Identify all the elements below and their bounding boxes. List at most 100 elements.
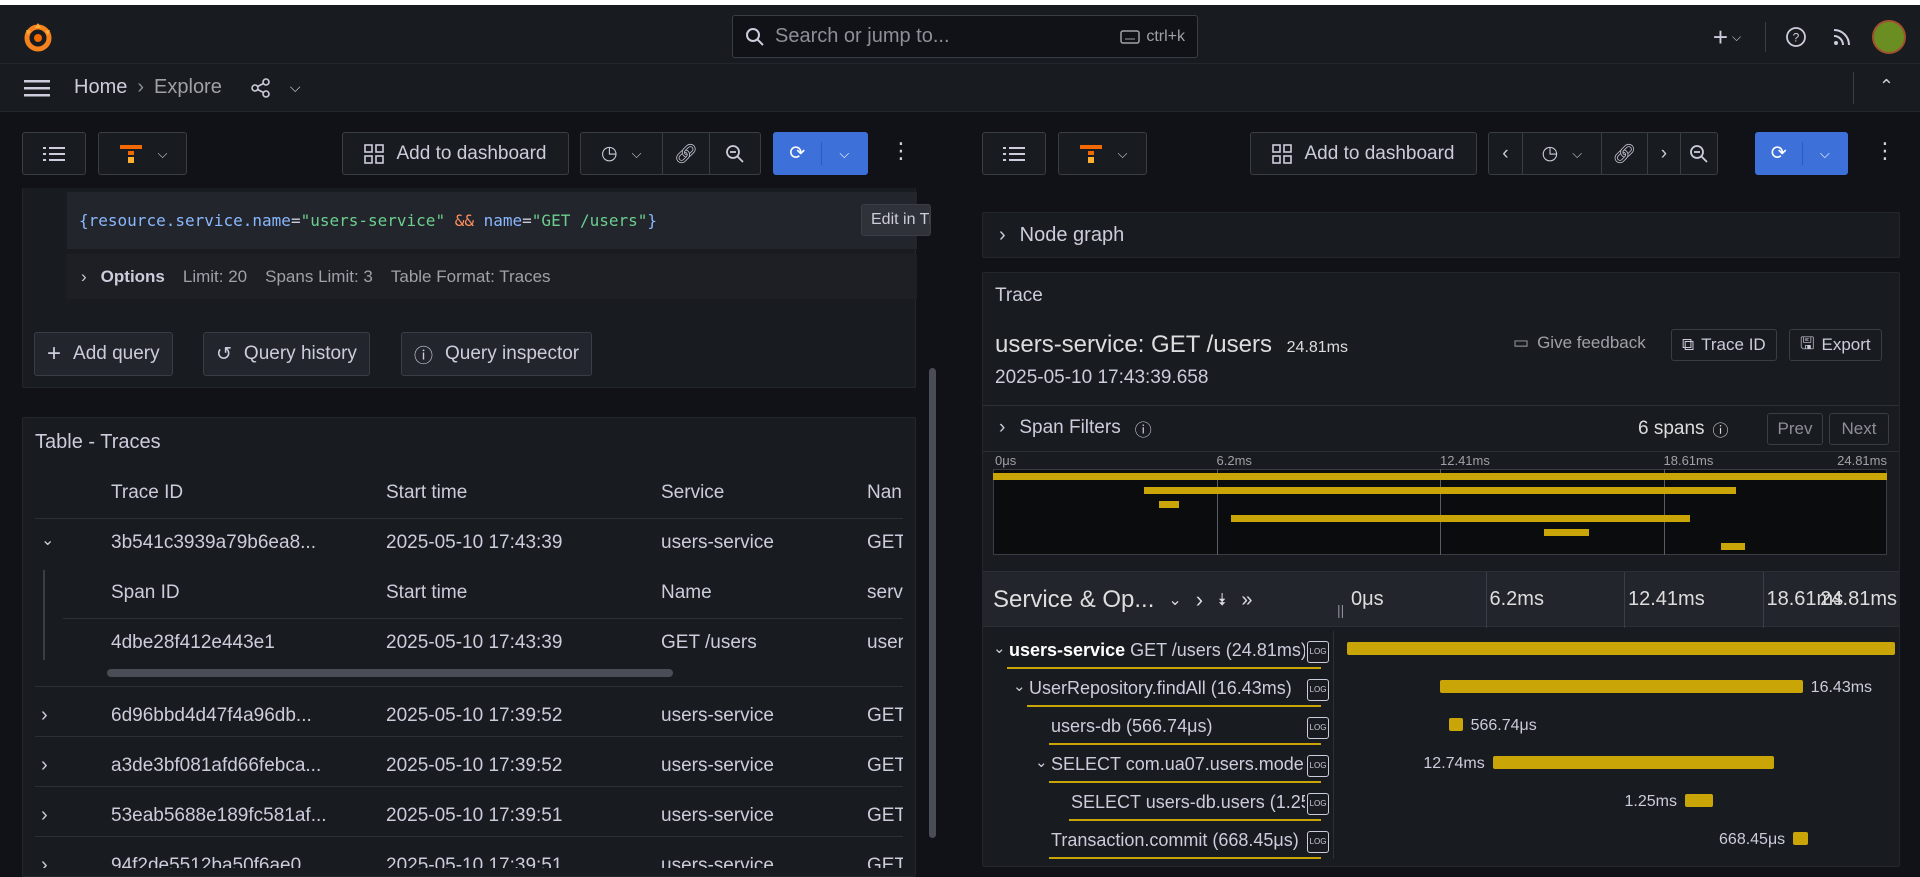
datasource-picker[interactable]: ⌵ — [98, 132, 187, 175]
grafana-logo-icon[interactable] — [22, 21, 54, 53]
add-to-dashboard-button[interactable]: Add to dashboard — [1250, 132, 1477, 175]
options-label: Options — [100, 266, 165, 286]
time-forward-button[interactable]: › — [1648, 133, 1682, 174]
edit-in-builder-button[interactable]: Edit in Tr — [861, 204, 931, 236]
traceql-editor[interactable]: {resource.service.name="users-service" &… — [67, 192, 931, 249]
log-icon[interactable]: LOG — [1307, 679, 1329, 701]
query-inspector-button[interactable]: ⓘ Query inspector — [401, 332, 593, 376]
chevron-right-icon[interactable]: › — [41, 854, 48, 868]
export-button[interactable]: 🖫︎ Export — [1789, 329, 1882, 361]
column-header[interactable]: serv — [867, 582, 903, 604]
column-header[interactable]: Span ID — [111, 582, 180, 604]
zoom-out-button[interactable] — [1681, 133, 1717, 174]
next-button[interactable]: Next — [1829, 413, 1889, 445]
trace-id-link[interactable]: 6d96bbd4d47f4a96db... — [111, 705, 312, 727]
span-bar[interactable] — [1684, 794, 1713, 807]
span-filters-row[interactable]: › Span Filters ⓘ — [983, 406, 1899, 450]
chevron-down-icon[interactable]: ⌵ — [290, 79, 301, 96]
span-id-link[interactable]: 4dbe28f412e443e1 — [111, 632, 275, 654]
zoom-out-button[interactable] — [710, 133, 760, 174]
chevron-down-icon[interactable]: ⌵ — [822, 146, 868, 162]
trace-id-label: Trace ID — [1701, 335, 1766, 354]
span-row[interactable]: ⌄ UserRepository.findAll (16.43ms) LOG 16.4… — [983, 669, 1899, 707]
trace-id-link[interactable]: 53eab5688e189fc581af... — [111, 805, 327, 827]
add-query-button[interactable]: + Add query — [34, 332, 173, 376]
chevron-up-icon[interactable]: ⌃ — [1879, 76, 1894, 97]
column-resizer-icon[interactable]: || — [1337, 602, 1344, 618]
trace-id-link[interactable]: 3b541c3939a79b6ea8... — [111, 532, 316, 554]
column-header[interactable]: Start time — [386, 482, 467, 504]
log-icon[interactable]: LOG — [1307, 793, 1329, 815]
span-bar[interactable] — [1347, 642, 1895, 655]
chevron-right-icon[interactable]: › — [41, 804, 48, 827]
run-query-button[interactable]: ⟳ ⌵ — [773, 132, 868, 175]
log-icon[interactable]: LOG — [1307, 755, 1329, 777]
options-row[interactable]: › Options Limit: 20 Spans Limit: 3 Table… — [67, 254, 917, 299]
chevron-down-icon[interactable]: ⌄ — [1035, 753, 1048, 771]
column-header[interactable]: Start time — [386, 582, 467, 604]
more-options-icon[interactable]: ⋮ — [1874, 138, 1896, 164]
span-bar[interactable] — [1448, 718, 1463, 731]
give-feedback-link[interactable]: ▭ Give feedback — [1513, 333, 1646, 353]
time-back-button[interactable]: ‹ — [1489, 133, 1523, 174]
node-graph-section[interactable]: › Node graph — [982, 212, 1900, 258]
trace-id-link[interactable]: a3de3bf081afd66febca... — [111, 755, 321, 777]
column-header[interactable]: Name — [661, 582, 712, 604]
add-to-dashboard-label: Add to dashboard — [1304, 142, 1455, 164]
column-header[interactable]: Trace ID — [111, 482, 183, 504]
node-graph-label: Node graph — [1019, 223, 1125, 246]
span-bar[interactable] — [1793, 832, 1808, 845]
share-icon[interactable] — [250, 77, 272, 99]
time-picker-button[interactable]: ◷ ⌵ — [581, 133, 663, 174]
span-row[interactable]: users-db (566.74μs) LOG 566.74μs — [983, 707, 1899, 745]
content-outline-button[interactable] — [982, 132, 1046, 175]
chevron-down-icon[interactable]: ⌵ — [1803, 146, 1848, 162]
datasource-picker[interactable]: ⌵ — [1058, 132, 1147, 175]
help-button[interactable]: ? — [1780, 21, 1812, 53]
menu-icon[interactable] — [24, 78, 52, 98]
more-options-icon[interactable]: ⋮ — [890, 138, 912, 164]
span-row[interactable]: SELECT users-db.users (1.25m LOG 1.25ms — [983, 783, 1899, 821]
log-icon[interactable]: LOG — [1307, 717, 1329, 739]
chevron-down-icon[interactable]: ⌄ — [41, 530, 54, 550]
horizontal-scrollbar[interactable] — [107, 669, 673, 677]
run-query-button[interactable]: ⟳ ⌵ — [1755, 132, 1848, 175]
breadcrumb-home[interactable]: Home — [74, 76, 127, 99]
vertical-scrollbar[interactable] — [929, 368, 936, 838]
chevron-down-icon[interactable]: ⌄ — [1168, 590, 1181, 610]
copy-link-button[interactable]: 🔗︎ — [663, 133, 711, 174]
table-cell: user — [867, 632, 903, 653]
news-button[interactable] — [1826, 21, 1858, 53]
span-row[interactable]: ⌄ users-service GET /users (24.81ms) LOG — [983, 631, 1899, 669]
expand-all-icon[interactable]: ⯯ — [1217, 590, 1227, 610]
trace-minimap[interactable]: 0μs 6.2ms 12.41ms 18.61ms 24.81ms — [993, 451, 1887, 563]
pane-splitter[interactable] — [944, 112, 960, 867]
span-row[interactable]: ⌄ SELECT com.ua07.users.models LOG 12.74ms — [983, 745, 1899, 783]
add-to-dashboard-button[interactable]: Add to dashboard — [342, 132, 569, 175]
trace-id-button[interactable]: ⧉ Trace ID — [1671, 329, 1777, 361]
chevron-right-icon[interactable]: › — [1196, 587, 1203, 613]
column-header[interactable]: Service — [661, 482, 724, 504]
chevron-down-icon[interactable]: ⌄ — [993, 639, 1006, 657]
log-icon[interactable]: LOG — [1307, 641, 1329, 663]
timeline-tick-label: 0μs — [1351, 588, 1384, 610]
prev-button[interactable]: Prev — [1767, 413, 1823, 445]
avatar[interactable] — [1872, 20, 1906, 54]
content-outline-button[interactable] — [22, 132, 86, 175]
time-picker-button[interactable]: ◷ ⌵ — [1523, 133, 1602, 174]
query-history-button[interactable]: ↺ Query history — [203, 332, 370, 376]
double-chevron-right-icon[interactable]: » — [1241, 589, 1252, 612]
copy-link-button[interactable]: 🔗︎ — [1602, 133, 1648, 174]
span-bar[interactable] — [1439, 680, 1803, 693]
divider — [1765, 22, 1766, 52]
search-input[interactable]: Search or jump to... ctrl+k — [732, 15, 1198, 58]
chevron-right-icon[interactable]: › — [41, 754, 48, 777]
chevron-right-icon[interactable]: › — [41, 704, 48, 727]
chevron-down-icon[interactable]: ⌄ — [1013, 677, 1026, 695]
span-row[interactable]: Transaction.commit (668.45μs) LOG 668.45μs — [983, 821, 1899, 859]
span-bar[interactable] — [1492, 756, 1775, 769]
log-icon[interactable]: LOG — [1307, 831, 1329, 853]
new-button[interactable]: + ⌵ — [1703, 21, 1751, 53]
trace-id-link[interactable]: 94f2de5512ba50f6ae0... — [111, 855, 317, 868]
column-header[interactable]: Nan — [867, 482, 902, 504]
